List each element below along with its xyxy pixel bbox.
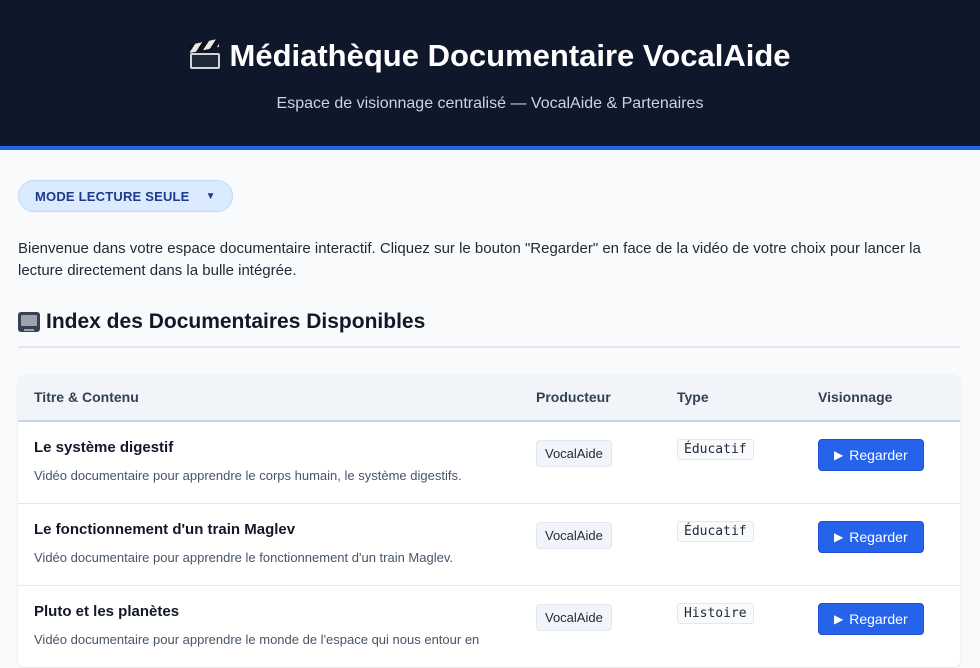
page-title: Médiathèque Documentaire VocalAide xyxy=(0,38,980,74)
clapperboard-icon xyxy=(187,38,220,69)
video-title: Le fonctionnement d'un train Maglev xyxy=(34,521,296,538)
column-header-title: Titre & Contenu xyxy=(34,389,139,405)
watch-button[interactable]: ▶ Regarder xyxy=(818,603,924,635)
column-header-type: Type xyxy=(677,389,709,405)
play-icon: ▶ xyxy=(834,530,844,544)
column-header-producer: Producteur xyxy=(536,389,611,405)
play-icon: ▶ xyxy=(834,448,844,462)
intro-text: Bienvenue dans votre espace documentaire… xyxy=(18,240,921,279)
producer-badge: VocalAide xyxy=(536,440,612,467)
table-row: Le fonctionnement d'un train Maglev Vidé… xyxy=(18,504,960,586)
page-subtitle: Espace de visionnage centralisé — VocalA… xyxy=(276,95,704,112)
producer-badge: VocalAide xyxy=(536,604,612,631)
watch-button[interactable]: ▶ Regarder xyxy=(818,439,924,471)
video-title: Pluto et les planètes xyxy=(34,603,180,620)
main-content: MODE LECTURE SEULE ▼ Bienvenue dans votr… xyxy=(0,150,980,668)
documentaries-table: Titre & Contenu Producteur Type Visionna… xyxy=(18,374,960,668)
video-description: Vidéo documentaire pour apprendre le mon… xyxy=(34,632,480,647)
watch-button[interactable]: ▶ Regarder xyxy=(818,521,924,553)
page-header: Médiathèque Documentaire VocalAide Espac… xyxy=(0,0,980,146)
type-tag: Histoire xyxy=(677,603,754,624)
type-tag: Éducatif xyxy=(677,439,754,460)
caret-down-icon: ▼ xyxy=(205,190,216,202)
video-description: Vidéo documentaire pour apprendre le fon… xyxy=(34,550,453,565)
table-row: Pluto et les planètes Vidéo documentaire… xyxy=(18,586,960,668)
table-row: Le système digestif Vidéo documentaire p… xyxy=(18,422,960,504)
read-only-mode-dropdown[interactable]: MODE LECTURE SEULE ▼ xyxy=(18,180,233,212)
type-tag: Éducatif xyxy=(677,521,754,542)
play-icon: ▶ xyxy=(834,612,844,626)
table-header: Titre & Contenu Producteur Type Visionna… xyxy=(18,374,960,422)
section-title: Index des Documentaires Disponibles xyxy=(18,310,960,348)
column-header-watch: Visionnage xyxy=(818,389,893,405)
watch-button-label: Regarder xyxy=(849,529,908,545)
producer-badge: VocalAide xyxy=(536,522,612,549)
mode-label: MODE LECTURE SEULE xyxy=(35,188,190,204)
watch-button-label: Regarder xyxy=(849,611,908,627)
television-icon xyxy=(18,312,40,332)
video-description: Vidéo documentaire pour apprendre le cor… xyxy=(34,468,462,483)
page-title-text: Médiathèque Documentaire VocalAide xyxy=(229,38,791,73)
section-title-text: Index des Documentaires Disponibles xyxy=(46,310,426,333)
video-title: Le système digestif xyxy=(34,439,174,456)
watch-button-label: Regarder xyxy=(849,447,908,463)
